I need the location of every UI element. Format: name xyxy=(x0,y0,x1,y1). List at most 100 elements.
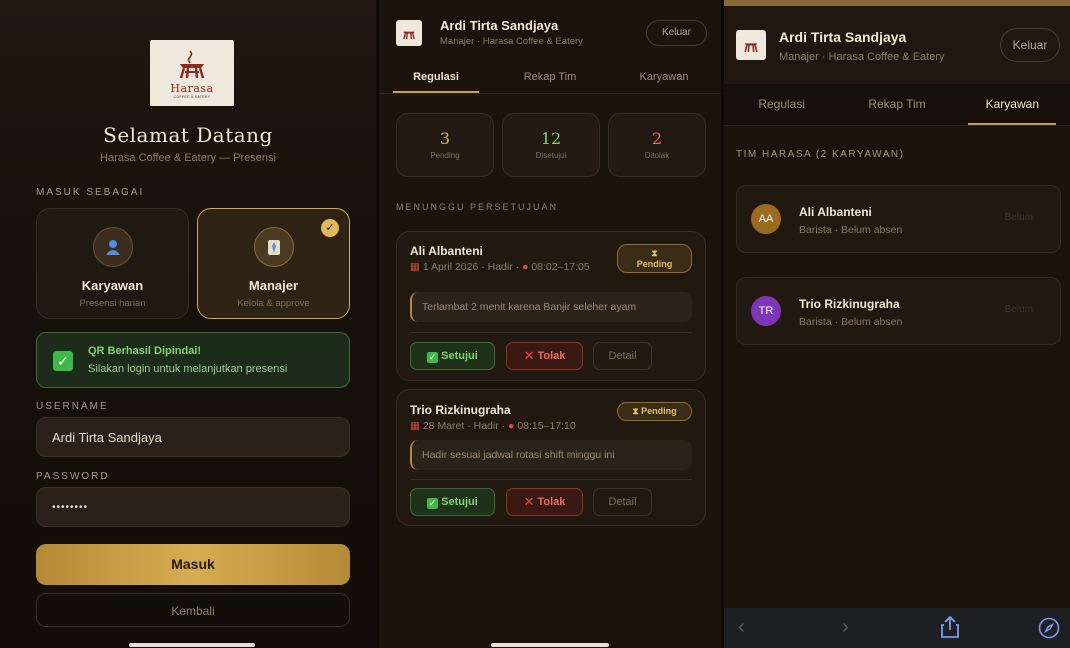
detail-button[interactable]: Detail xyxy=(593,488,652,516)
calendar-icon: ▦ xyxy=(410,420,420,432)
logo-wordmark: Harasa xyxy=(170,81,214,95)
alert-message: Silakan login untuk melanjutkan presensi xyxy=(88,363,288,375)
stat-value: 3 xyxy=(439,129,451,148)
role-label: MASUK SEBAGAI xyxy=(36,187,145,198)
browser-toolbar: ‹ › xyxy=(724,608,1070,648)
logo-tagline: COFFEE & EATERY xyxy=(173,94,211,99)
avatar: TR xyxy=(751,296,781,326)
request-note: Terlambat 2 menit karena Banjir seleher … xyxy=(410,292,692,322)
compass-icon[interactable] xyxy=(1038,617,1060,645)
request-time: 08:15–17:10 xyxy=(517,420,576,432)
login-button[interactable]: Masuk xyxy=(36,544,350,585)
stat-caption: Disetujui xyxy=(535,151,567,160)
approve-button[interactable]: ✓ Setujui xyxy=(410,488,495,516)
employee-name: Ali Albanteni xyxy=(410,244,483,258)
reject-label: Tolak xyxy=(537,350,566,362)
tab-regulasi[interactable]: Regulasi xyxy=(724,84,839,125)
login-screen: Harasa COFFEE & EATERY Selamat Datang Ha… xyxy=(0,0,376,648)
employee-name: Trio Rizkinugraha xyxy=(799,297,900,311)
tab-rekap-tim[interactable]: Rekap Tim xyxy=(493,62,607,93)
tab-karyawan[interactable]: Karyawan xyxy=(607,62,721,93)
status-badge: ⧗ Pending xyxy=(617,244,692,273)
user-role: Manajer · Harasa Coffee & Eatery xyxy=(440,36,583,47)
stat-approved: 12 Disetujui xyxy=(502,113,600,177)
avatar: AA xyxy=(751,204,781,234)
stat-value: 2 xyxy=(651,129,663,148)
stat-caption: Ditolak xyxy=(644,151,670,160)
back-icon[interactable]: ‹ xyxy=(738,616,745,639)
check-icon: ✓ xyxy=(427,498,439,509)
role-name: Karyawan xyxy=(81,278,144,293)
reject-button[interactable]: ✕ Tolak xyxy=(506,488,583,516)
hourglass-icon: ⧗ xyxy=(632,406,639,416)
clock-icon: ● xyxy=(508,420,515,432)
divider xyxy=(410,332,692,333)
request-card: Ali Albanteni ⧗ Pending ▦ 1 April 2026 · … xyxy=(396,231,706,381)
share-icon[interactable] xyxy=(940,615,960,645)
harasa-logo-icon xyxy=(179,49,205,78)
section-title: MENUNGGU PERSETUJUAN xyxy=(396,202,559,212)
reject-label: Tolak xyxy=(537,496,566,508)
employee-name: Trio Rizkinugraha xyxy=(410,403,511,417)
hourglass-icon: ⧗ xyxy=(651,248,658,258)
tab-rekap-tim[interactable]: Rekap Tim xyxy=(839,84,954,125)
tab-karyawan[interactable]: Karyawan xyxy=(955,84,1070,125)
request-card: Trio Rizkinugraha ⧗ Pending ▦ 28 Maret ·… xyxy=(396,389,706,526)
reject-button[interactable]: ✕ Tolak xyxy=(506,342,583,370)
status-badge: Belum xyxy=(1004,304,1033,315)
stat-value: 12 xyxy=(540,129,562,148)
section-title: TIM HARASA (2 KARYAWAN) xyxy=(736,149,905,160)
logout-button[interactable]: Keluar xyxy=(646,20,707,46)
manager-icon xyxy=(253,227,294,267)
app-header: Ardi Tirta Sandjaya Manajer · Harasa Cof… xyxy=(379,0,721,95)
harasa-logo-icon xyxy=(736,30,766,60)
harasa-logo: Harasa COFFEE & EATERY xyxy=(150,40,234,106)
username-field[interactable]: Ardi Tirta Sandjaya xyxy=(36,417,350,457)
request-note: Hadir sesuai jadwal rotasi shift minggu … xyxy=(410,440,692,470)
stat-pending: 3 Pending xyxy=(396,113,494,177)
role-name: Manajer xyxy=(248,278,299,293)
divider xyxy=(410,479,692,480)
role-card-manajer[interactable]: ✓ Manajer Kelola & approve xyxy=(197,208,350,319)
check-icon: ✓ xyxy=(321,219,339,237)
detail-button[interactable]: Detail xyxy=(593,342,652,370)
approve-label: Setujui xyxy=(441,350,478,362)
logout-button[interactable]: Keluar xyxy=(1000,28,1060,62)
tab-bar: Regulasi Rekap Tim Karyawan xyxy=(379,62,721,94)
role-card-karyawan[interactable]: Karyawan Presensi harian xyxy=(36,208,189,319)
home-indicator xyxy=(129,643,255,647)
stat-rejected: 2 Ditolak xyxy=(608,113,706,177)
home-indicator xyxy=(491,643,609,647)
calendar-icon: ▦ xyxy=(410,261,420,273)
tab-regulasi[interactable]: Regulasi xyxy=(379,62,493,93)
employee-row[interactable]: AA Ali Albanteni Barista · Belum absen B… xyxy=(736,185,1061,253)
manager-approval-screen: Ardi Tirta Sandjaya Manajer · Harasa Cof… xyxy=(379,0,721,648)
person-icon xyxy=(92,227,133,267)
back-button[interactable]: Kembali xyxy=(36,593,350,627)
request-date: 28 Maret · Hadir · xyxy=(422,420,506,432)
user-name: Ardi Tirta Sandjaya xyxy=(779,29,907,45)
status-badge: Belum xyxy=(1004,212,1033,223)
username-label: USERNAME xyxy=(36,401,109,412)
role-desc: Presensi harian xyxy=(79,298,146,309)
page-subtitle: Harasa Coffee & Eatery — Presensi xyxy=(100,152,276,164)
request-date: 1 April 2026 · Hadir · xyxy=(422,261,520,273)
employee-status: Barista · Belum absen xyxy=(799,316,903,328)
stat-caption: Pending xyxy=(430,151,460,160)
user-name: Ardi Tirta Sandjaya xyxy=(440,18,559,33)
badge-label: Pending xyxy=(641,406,677,416)
clock-icon: ● xyxy=(522,261,529,273)
employee-name: Ali Albanteni xyxy=(799,205,872,219)
page-title: Selamat Datang xyxy=(103,123,273,147)
employee-row[interactable]: TR Trio Rizkinugraha Barista · Belum abs… xyxy=(736,277,1061,345)
team-screen: Ardi Tirta Sandjaya Manajer · Harasa Cof… xyxy=(724,0,1070,648)
approve-button[interactable]: ✓ Setujui xyxy=(410,342,495,370)
employee-status: Barista · Belum absen xyxy=(799,224,903,236)
role-desc: Kelola & approve xyxy=(237,298,310,309)
user-role: Manajer · Harasa Coffee & Eatery xyxy=(779,51,945,63)
request-meta: ▦ 1 April 2026 · Hadir · ● 08:02–17:05 xyxy=(410,261,610,273)
password-field[interactable]: •••••••• xyxy=(36,487,350,527)
forward-icon[interactable]: › xyxy=(842,616,849,639)
checkmark-icon: ✓ xyxy=(53,351,73,371)
alert-title: QR Berhasil Dipindai! xyxy=(88,345,202,357)
